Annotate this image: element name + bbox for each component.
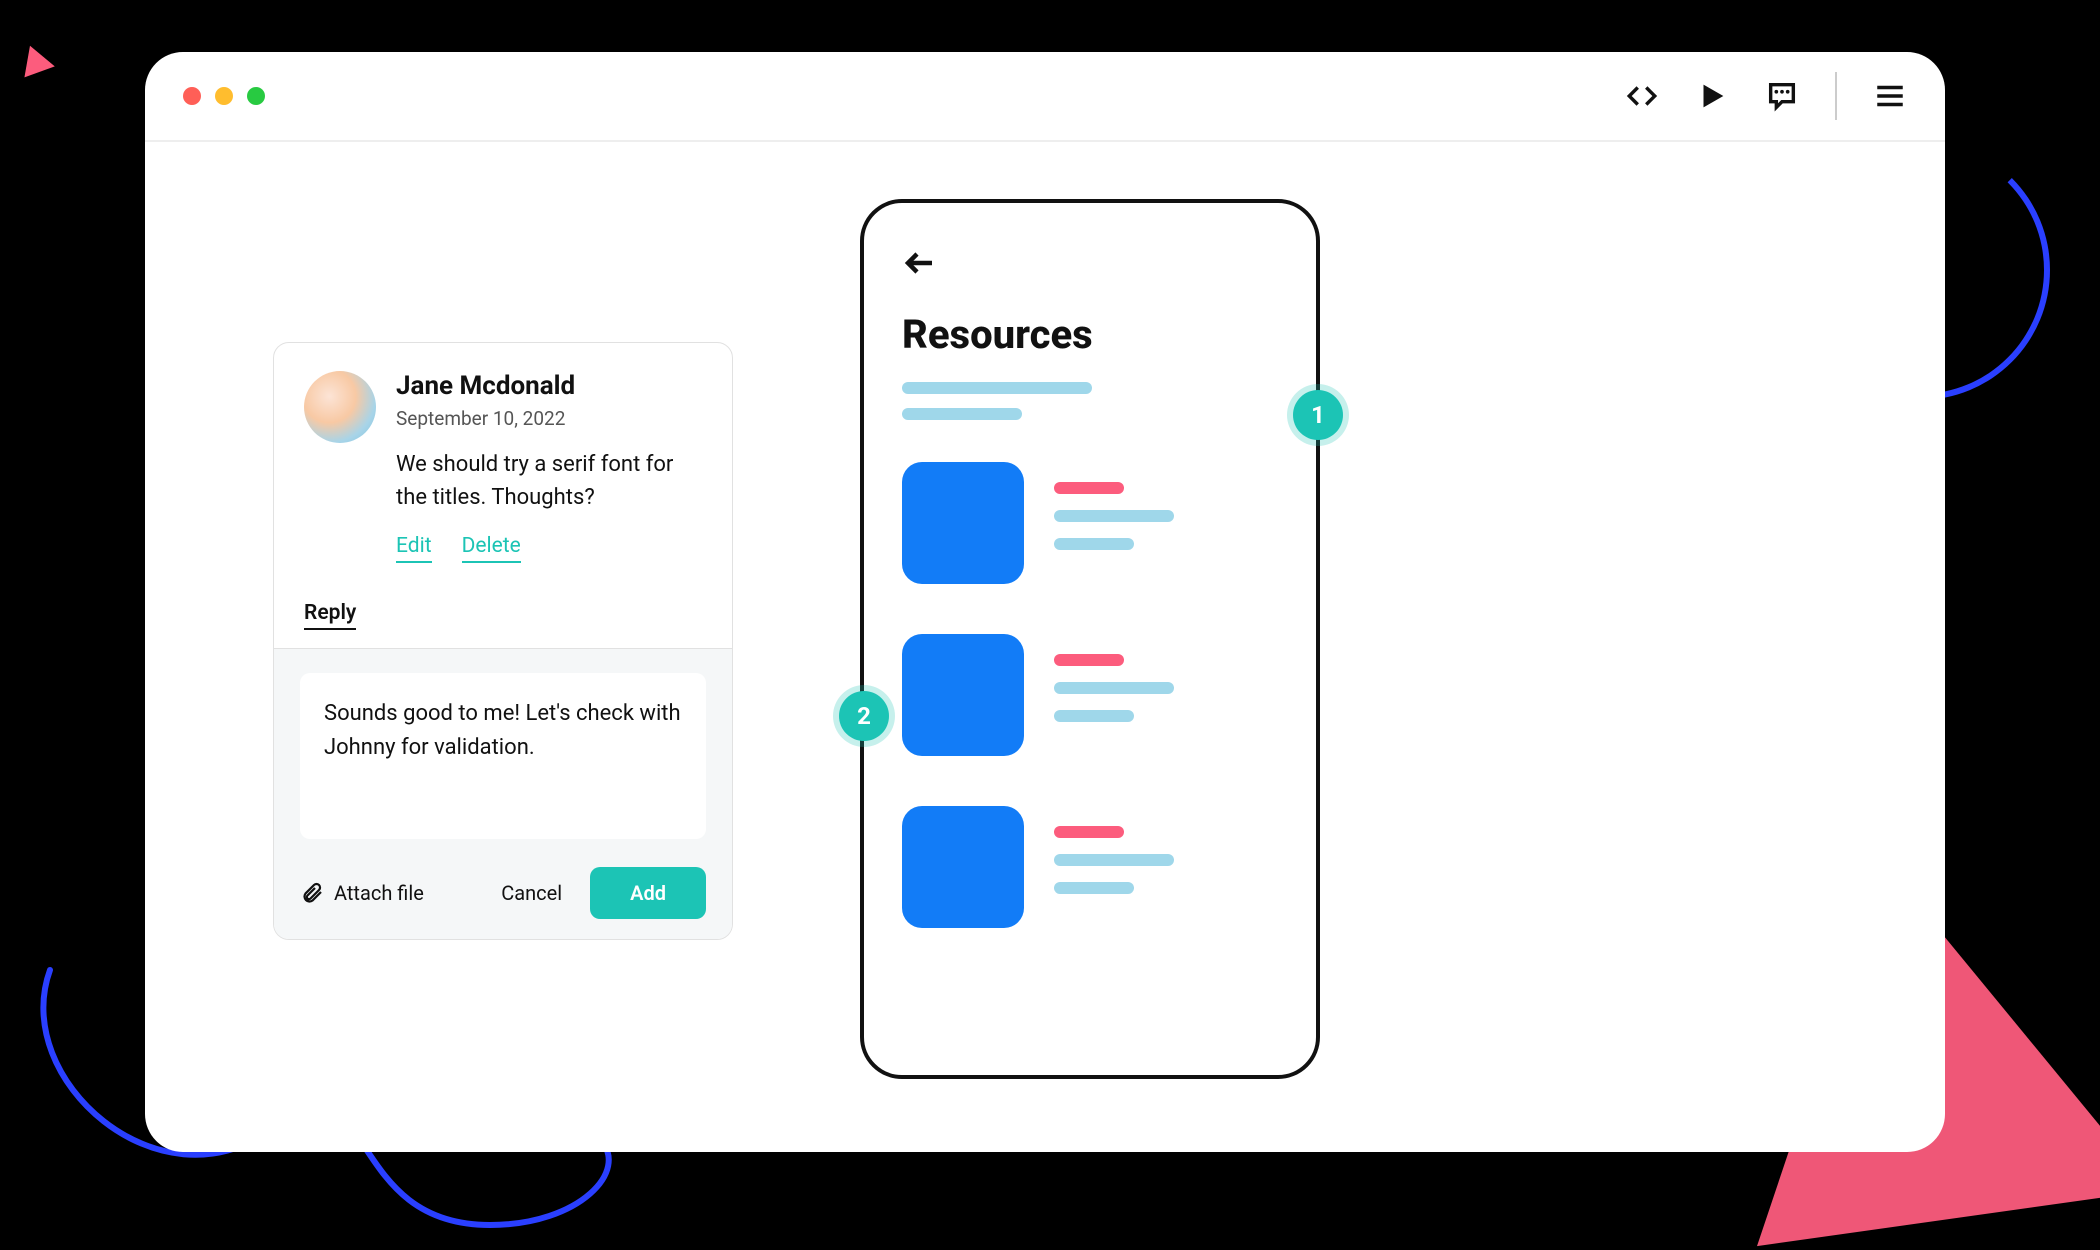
decorative-triangle-small bbox=[24, 46, 57, 82]
annotation-pin-2[interactable]: 2 bbox=[839, 691, 889, 741]
comment-header: Jane Mcdonald September 10, 2022 We shou… bbox=[304, 371, 702, 563]
skeleton-line bbox=[1054, 854, 1174, 866]
resource-lines bbox=[1054, 462, 1174, 566]
comment-icon[interactable] bbox=[1765, 79, 1799, 113]
paperclip-icon bbox=[300, 881, 324, 905]
edit-link[interactable]: Edit bbox=[396, 534, 432, 563]
reply-input[interactable]: Sounds good to me! Let's check with John… bbox=[300, 673, 706, 839]
resource-item[interactable] bbox=[902, 462, 1278, 584]
resource-item[interactable] bbox=[902, 806, 1278, 928]
delete-link[interactable]: Delete bbox=[462, 534, 521, 563]
resource-thumbnail bbox=[902, 806, 1024, 928]
toolbar-right bbox=[1625, 72, 1907, 120]
play-icon[interactable] bbox=[1695, 79, 1729, 113]
add-button[interactable]: Add bbox=[590, 867, 706, 919]
resource-thumbnail bbox=[902, 462, 1024, 584]
comment-card: Jane Mcdonald September 10, 2022 We shou… bbox=[273, 342, 733, 940]
resource-lines bbox=[1054, 806, 1174, 910]
resource-item[interactable] bbox=[902, 634, 1278, 756]
skeleton-line bbox=[1054, 510, 1174, 522]
phone-mockup: Resources bbox=[860, 199, 1320, 1079]
minimize-window-button[interactable] bbox=[215, 87, 233, 105]
comment-top: Jane Mcdonald September 10, 2022 We shou… bbox=[274, 343, 732, 581]
resource-lines bbox=[1054, 634, 1174, 738]
traffic-lights bbox=[183, 87, 265, 105]
skeleton-line bbox=[1054, 482, 1124, 494]
back-arrow-icon[interactable] bbox=[902, 245, 938, 281]
resource-thumbnail bbox=[902, 634, 1024, 756]
comment-actions: Edit Delete bbox=[396, 534, 702, 563]
attach-file-button[interactable]: Attach file bbox=[300, 881, 424, 905]
reply-footer: Attach file Cancel Add bbox=[300, 867, 706, 919]
skeleton-line bbox=[1054, 882, 1134, 894]
phone-title: Resources bbox=[902, 311, 1278, 358]
toolbar-divider bbox=[1835, 72, 1837, 120]
menu-icon[interactable] bbox=[1873, 79, 1907, 113]
comment-meta: Jane Mcdonald September 10, 2022 We shou… bbox=[396, 371, 702, 563]
comment-author: Jane Mcdonald bbox=[396, 371, 702, 401]
skeleton-line bbox=[1054, 710, 1134, 722]
reply-toggle[interactable]: Reply bbox=[304, 601, 356, 630]
browser-window: Jane Mcdonald September 10, 2022 We shou… bbox=[145, 52, 1945, 1152]
maximize-window-button[interactable] bbox=[247, 87, 265, 105]
content-area: Jane Mcdonald September 10, 2022 We shou… bbox=[145, 142, 1945, 1152]
avatar bbox=[304, 371, 376, 443]
skeleton-line bbox=[1054, 826, 1124, 838]
comment-date: September 10, 2022 bbox=[396, 407, 702, 430]
reply-section: Sounds good to me! Let's check with John… bbox=[274, 649, 732, 939]
code-icon[interactable] bbox=[1625, 79, 1659, 113]
skeleton-line bbox=[1054, 654, 1124, 666]
attach-label: Attach file bbox=[334, 881, 424, 905]
annotation-pin-1[interactable]: 1 bbox=[1293, 390, 1343, 440]
skeleton-line bbox=[1054, 682, 1174, 694]
skeleton-line bbox=[1054, 538, 1134, 550]
skeleton-line bbox=[902, 408, 1022, 420]
comment-body: We should try a serif font for the title… bbox=[396, 448, 702, 514]
window-chrome bbox=[145, 52, 1945, 142]
skeleton-line bbox=[902, 382, 1092, 394]
cancel-button[interactable]: Cancel bbox=[487, 871, 576, 915]
close-window-button[interactable] bbox=[183, 87, 201, 105]
